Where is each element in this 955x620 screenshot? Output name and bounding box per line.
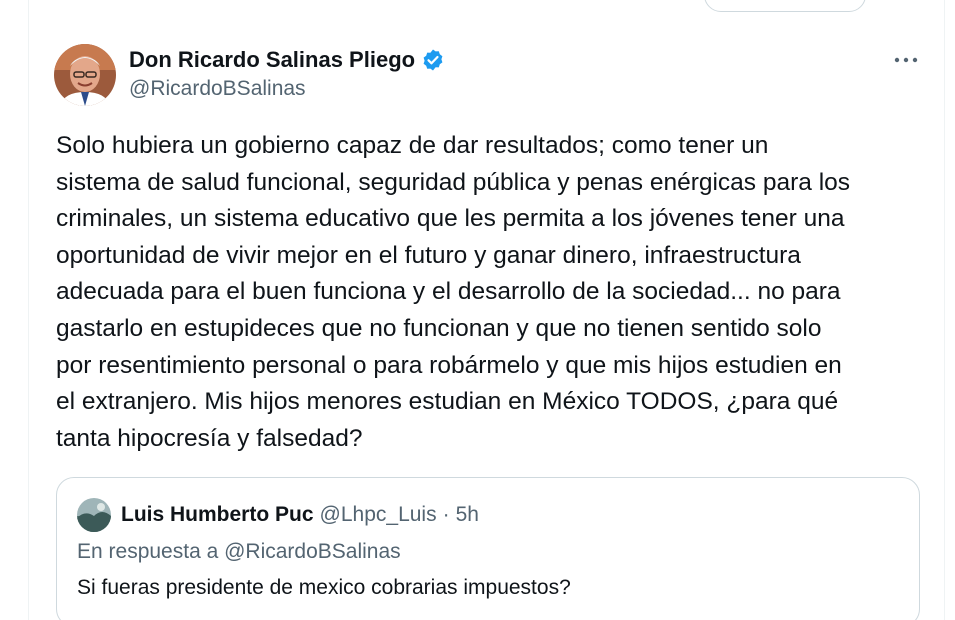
- author-name-row[interactable]: Don Ricardo Salinas Pliego: [129, 45, 445, 75]
- quoted-author-avatar[interactable]: [77, 498, 111, 532]
- quoted-tweet-text: Si fueras presidente de mexico cobrarias…: [77, 576, 571, 599]
- verified-badge-icon[interactable]: [421, 48, 445, 72]
- landscape-photo-icon: [77, 498, 111, 532]
- top-button-partial[interactable]: [704, 0, 866, 12]
- timeline-left-border: [28, 0, 29, 620]
- more-options-icon[interactable]: [890, 48, 922, 72]
- quoted-display-name[interactable]: Luis Humberto Puc: [121, 503, 314, 527]
- timeline-right-border: [944, 0, 945, 620]
- author-avatar[interactable]: [54, 44, 116, 106]
- separator-dot: ·: [442, 503, 450, 526]
- tweet-text: Solo hubiera un gobierno capaz de dar re…: [56, 132, 851, 452]
- profile-photo-icon: [54, 44, 116, 106]
- reply-context: En respuesta a @RicardoBSalinas: [77, 540, 401, 563]
- author-display-name[interactable]: Don Ricardo Salinas Pliego: [129, 47, 415, 73]
- quoted-handle[interactable]: @Lhpc_Luis: [320, 503, 437, 527]
- author-handle[interactable]: @RicardoBSalinas: [129, 77, 306, 101]
- quoted-header: Luis Humberto Puc @Lhpc_Luis · 5h: [121, 500, 479, 530]
- tweet-page: Don Ricardo Salinas Pliego @RicardoBSali…: [0, 0, 955, 620]
- quoted-tweet-card[interactable]: Luis Humberto Puc @Lhpc_Luis · 5h En res…: [56, 477, 920, 620]
- quoted-timestamp[interactable]: 5h: [456, 503, 479, 527]
